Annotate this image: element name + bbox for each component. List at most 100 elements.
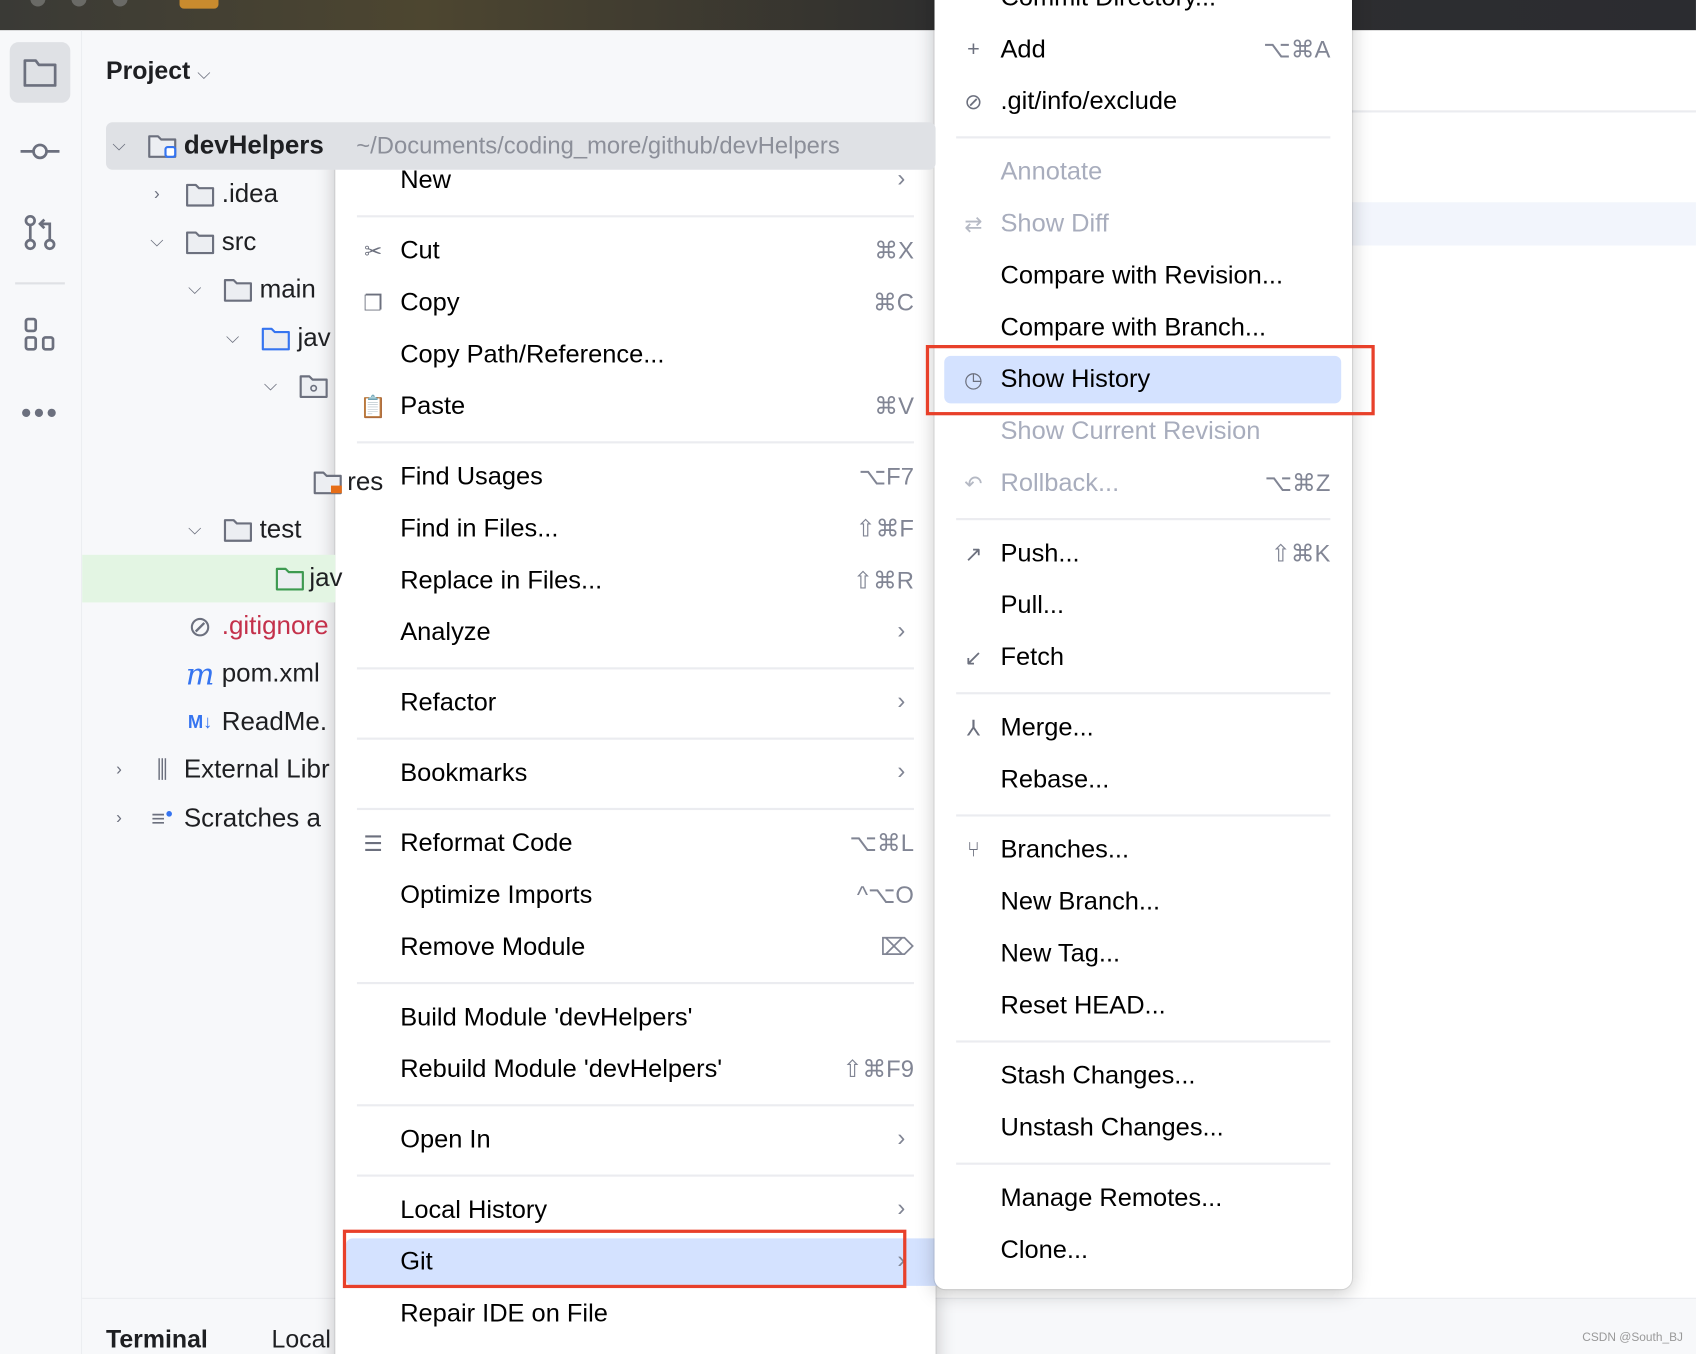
tree-item-pom-xml[interactable]: m pom.xml [82,650,335,698]
menu-item-reset-head[interactable]: Reset HEAD... [935,980,1352,1032]
menu-separator [935,806,1352,824]
menu-item-unstash-changes[interactable]: Unstash Changes... [935,1102,1352,1154]
tree-item-label: jav [297,323,331,353]
menu-item-label: Compare with Branch... [1000,312,1267,341]
tree-item-jav[interactable]: jav [82,554,343,603]
menu-item-branches[interactable]: ⑂ Branches... [935,824,1352,876]
menu-item-bookmarks[interactable]: Bookmarks › [335,747,935,799]
menu-item-stash-changes[interactable]: Stash Changes... [935,1050,1352,1102]
editor-divider [1351,110,1696,113]
chevron-down-icon[interactable]: ⌵ [146,233,168,252]
menu-item-label: Analyze [400,617,491,646]
menu-item-cut[interactable]: ✂ Cut ⌘X [335,225,935,277]
menu-item-find-usages[interactable]: Find Usages ⌥F7 [335,451,935,503]
tab-local[interactable]: Local [271,1325,330,1354]
window-close-icon[interactable] [30,0,46,7]
chevron-down-icon[interactable]: ⌵ [260,376,282,395]
menu-item-reformat-code[interactable]: ☰ Reformat Code ⌥⌘L [335,818,935,870]
chevron-right-icon[interactable]: › [146,185,168,204]
menu-item-find-in-files[interactable]: Find in Files... ⇧⌘F [335,503,935,555]
menu-item-replace-in-files[interactable]: Replace in Files... ⇧⌘R [335,555,935,607]
window-zoom-icon[interactable] [112,0,128,7]
menu-item-commit-directory[interactable]: Commit Directory... [935,0,1352,24]
module-folder-icon [145,133,180,159]
tree-item-src[interactable]: ⌵ src [82,218,335,266]
tree-item-external-libr[interactable]: › ⫼ External Libr [82,746,335,794]
window-minimize-icon[interactable] [71,0,87,7]
menu-item-label: Reformat Code [400,828,573,857]
menu-item-clone[interactable]: Clone... [935,1224,1352,1276]
more-tools-icon[interactable]: ••• [10,383,71,444]
tree-item-devhelpers[interactable]: ⌵ devHelpers ~/Documents/coding_more/githu… [105,122,936,170]
menu-item-annotate: Annotate [935,146,1352,198]
tree-item-gitignore[interactable]: ⊘ .gitignore [82,602,335,650]
chevron-down-icon[interactable]: ⌵ [222,329,244,348]
shortcut-label: ⌥F7 [858,462,914,490]
chevron-down-icon[interactable]: ⌵ [108,136,130,155]
menu-item-merge[interactable]: ⅄ Merge... [935,702,1352,754]
tree-item-scratches-a[interactable]: › ≡● Scratches a [82,795,335,843]
menu-item-label: Commit Directory... [1000,0,1216,12]
markdown-icon: M↓ [187,711,213,733]
tab-terminal[interactable]: Terminal [106,1325,208,1354]
menu-item-rebuild-module-devhelpers[interactable]: Rebuild Module 'devHelpers' ⇧⌘F9 [335,1044,935,1096]
project-badge-icon[interactable] [179,0,219,9]
chevron-right-icon: › [897,686,906,714]
menu-item-label: New Branch... [1000,886,1161,915]
menu-item-remove-module[interactable]: Remove Module ⌦ [335,921,935,973]
tree-item-res[interactable]: res [82,459,383,507]
menu-item-label: Reset HEAD... [1000,990,1166,1019]
menu-item-label: Build Module 'devHelpers' [400,1002,693,1031]
menu-item-build-module-devhelpers[interactable]: Build Module 'devHelpers' [335,992,935,1044]
tree-item-idea[interactable]: › .idea [82,171,335,219]
menu-item-new-tag[interactable]: New Tag... [935,928,1352,980]
tree-item-item[interactable]: ⌵ [82,362,335,410]
menu-item-optimize-imports[interactable]: Optimize Imports ^⌥O [335,870,935,922]
menu-separator [335,659,935,677]
tree-item-label: test [259,514,302,544]
menu-item-pull[interactable]: Pull... [935,580,1352,632]
menu-item-push[interactable]: ↗ Push... ⇧⌘K [935,528,1352,580]
menu-item-open-in[interactable]: Open In › [335,1114,935,1166]
structure-tool-icon[interactable] [10,304,71,365]
menu-item-repair-ide-on-file[interactable]: Repair IDE on File [335,1288,935,1340]
stripe-divider [15,282,65,285]
commit-tool-icon[interactable] [10,121,71,182]
menu-item-compare-with-revision[interactable]: Compare with Revision... [935,250,1352,302]
tree-item-label: .gitignore [221,611,329,641]
chevron-down-icon[interactable]: ⌵ [184,520,206,539]
menu-item-label: Branches... [1000,834,1130,864]
menu-separator [335,799,935,817]
menu-item-label: Find Usages [400,461,543,490]
menu-item-fetch[interactable]: ↙ Fetch [935,632,1352,684]
tree-item-jav[interactable]: ⌵ jav [82,315,335,363]
menu-item-copy-path-reference[interactable]: Copy Path/Reference... [335,329,935,381]
git-submenu: Commit Directory... + Add ⌥⌘A ⊘ .git/info/exc… [934,0,1352,1290]
menu-item-rebase[interactable]: Rebase... [935,754,1352,806]
chevron-down-icon[interactable]: ⌵ [184,280,206,299]
menu-item-new-branch[interactable]: New Branch... [935,876,1352,928]
menu-item-add[interactable]: + Add ⌥⌘A [935,24,1352,76]
tree-item-main[interactable]: ⌵ main [82,266,335,314]
menu-item-paste[interactable]: 📋 Paste ⌘V [335,381,935,433]
menu-item-label: Optimize Imports [400,880,593,909]
menu-item-label: Fetch [1000,642,1065,671]
menu-item-git-info-exclude[interactable]: ⊘ .git/info/exclude [935,76,1352,128]
menu-item-label: Push... [1000,538,1080,567]
tree-item-test[interactable]: ⌵ test [82,506,335,554]
project-tool-icon[interactable] [9,42,71,103]
project-view-selector[interactable]: Project ⌵ [106,56,210,85]
tree-item-readme[interactable]: M↓ ReadMe. [82,699,335,747]
menu-item-label: Open In [400,1124,491,1153]
menu-item-local-history[interactable]: Local History › [335,1184,935,1236]
shortcut-label: ⌥⌘L [849,829,914,857]
chevron-right-icon[interactable]: › [108,809,130,828]
menu-item-copy[interactable]: ❐ Copy ⌘C [335,277,935,329]
menu-item-manage-remotes[interactable]: Manage Remotes... [935,1172,1352,1224]
menu-item-analyze[interactable]: Analyze › [335,607,935,659]
menu-item-refactor[interactable]: Refactor › [335,677,935,729]
folder-icon [183,229,218,255]
shortcut-label: ⇧⌘R [853,566,914,594]
pull-requests-icon[interactable] [10,202,71,263]
chevron-right-icon[interactable]: › [108,760,130,779]
